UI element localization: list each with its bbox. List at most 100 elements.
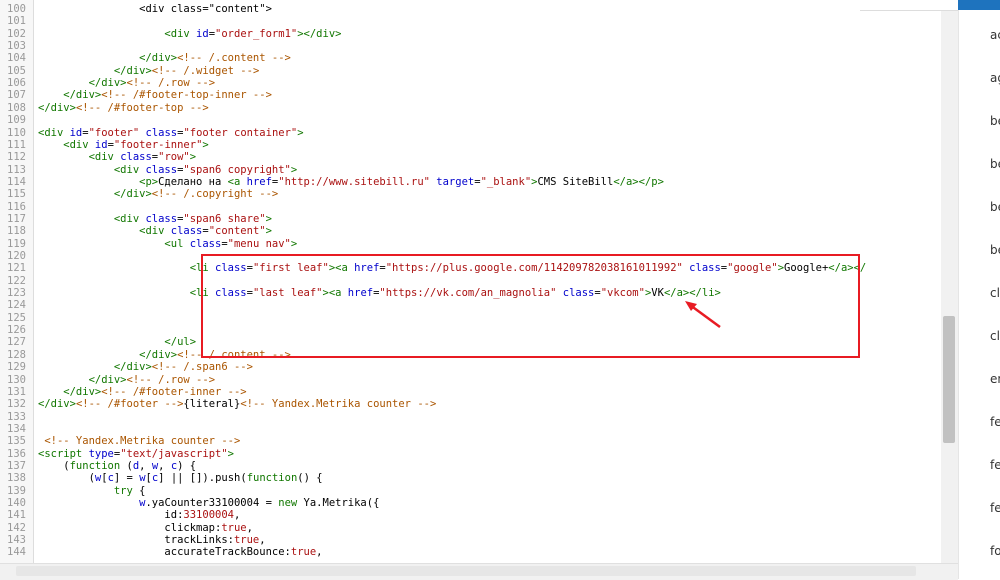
code-token: ( — [38, 472, 95, 485]
code-token: ( — [120, 459, 133, 472]
right-panel-item[interactable]: ag — [990, 71, 1000, 85]
code-token: </a></p> — [613, 175, 664, 188]
code-token: > — [227, 447, 234, 460]
code-line[interactable]: 144 accurateTrackBounce:true, — [0, 546, 958, 558]
code-token: </div> — [38, 64, 152, 77]
code-line[interactable]: 129 </div><!-- /.span6 --> — [0, 361, 958, 373]
right-panel-item[interactable]: fo — [990, 544, 1000, 558]
code-token: class — [120, 151, 152, 164]
code-token: "content" — [208, 225, 266, 238]
line-number: 117 — [7, 212, 26, 225]
right-panel-header[interactable] — [958, 0, 1000, 10]
code-token: () { — [297, 472, 323, 485]
code-token: <a — [227, 175, 247, 188]
code-line[interactable]: 133 — [0, 411, 958, 423]
code-line[interactable]: 115 </div><!-- /.copyright --> — [0, 188, 958, 200]
code-line[interactable]: 116 — [0, 201, 958, 213]
right-panel-item[interactable]: be — [990, 157, 1000, 171]
code-token: <!-- /.row --> — [126, 77, 216, 90]
code-line[interactable]: 132 </div><!-- /#footer -->{literal}<!-- … — [0, 398, 958, 410]
line-number: 111 — [7, 138, 26, 151]
code-line[interactable]: 130 </div><!-- /.row --> — [0, 374, 958, 386]
code-line[interactable]: 112 <div class="row"> — [0, 151, 958, 163]
line-text: <div class="span6 share"> — [38, 213, 272, 225]
code-line[interactable]: 139 try { — [0, 485, 958, 497]
right-panel-item[interactable]: be — [990, 200, 1000, 214]
code-token: <!-- /.row --> — [126, 373, 216, 386]
code-token: "http://www.sitebill.ru" — [278, 175, 430, 188]
horizontal-scrollbar-thumb[interactable] — [16, 566, 916, 576]
code-line[interactable]: 141 id:33100004, — [0, 509, 958, 521]
line-text: <div id="footer-inner"> — [38, 139, 208, 151]
line-text: id:33100004, — [38, 509, 240, 521]
code-line[interactable]: 140 w.yaCounter33100004 = new Ya.Metrika… — [0, 497, 958, 509]
code-token: <!-- Yandex.Metrika counter --> — [38, 435, 241, 448]
code-token: <ul — [38, 237, 190, 250]
right-panel-item[interactable]: en — [990, 372, 1000, 386]
code-line[interactable]: 136 <script type="text/javascript"> — [0, 448, 958, 460]
code-line[interactable]: 118 <div class="content"> — [0, 225, 958, 237]
code-line[interactable]: 100 <div class="content"> — [0, 3, 958, 15]
code-token: class — [189, 237, 222, 250]
line-number: 101 — [7, 15, 26, 28]
code-line[interactable]: 138 (w[c] = w[c] || []).push(function() … — [0, 472, 958, 484]
code-token: <!-- /.span6 --> — [151, 361, 253, 374]
code-token: > — [297, 126, 304, 139]
line-number: 141 — [7, 509, 26, 522]
line-text: <ul class="menu nav"> — [38, 238, 297, 250]
code-line[interactable]: 109 — [0, 114, 958, 126]
code-line[interactable]: 110 <div id="footer" class="footer contai… — [0, 127, 958, 139]
code-token: </div> — [38, 361, 152, 374]
code-line[interactable]: 142 clickmap:true, — [0, 522, 958, 534]
code-line[interactable]: 108 </div><!-- /#footer-top --> — [0, 102, 958, 114]
code-line[interactable]: 135 <!-- Yandex.Metrika counter --> — [0, 435, 958, 447]
code-line[interactable]: 119 <ul class="menu nav"> — [0, 238, 958, 250]
right-panel-item[interactable]: be — [990, 114, 1000, 128]
line-number: 103 — [7, 40, 26, 53]
code-token: new — [278, 497, 298, 509]
code-line[interactable]: 131 </div><!-- /#footer-inner --> — [0, 386, 958, 398]
arrow-icon — [685, 301, 721, 329]
line-number: 102 — [7, 27, 26, 40]
line-number: 104 — [7, 52, 26, 65]
code-line[interactable]: 111 <div id="footer-inner"> — [0, 139, 958, 151]
code-line[interactable]: 137 (function (d, w, c) { — [0, 460, 958, 472]
line-text: (w[c] = w[c] || []).push(function() { — [38, 472, 323, 484]
code-token: <script — [38, 447, 89, 460]
code-token: "text/javascript" — [120, 447, 228, 460]
right-panel-item[interactable]: fe — [990, 501, 1000, 515]
code-line[interactable]: 143 trackLinks:true, — [0, 534, 958, 546]
code-line[interactable]: 114 <p>Сделано на <a href="http://www.si… — [0, 176, 958, 188]
line-number: 130 — [7, 373, 26, 386]
code-line[interactable]: 117 <div class="span6 share"> — [0, 213, 958, 225]
code-line[interactable]: 101 — [0, 15, 958, 27]
line-text: <div class="content"> — [38, 3, 272, 15]
line-text: </ul> — [38, 336, 196, 348]
code-line[interactable]: 102 <div id="order_form1"></div> — [0, 28, 958, 40]
right-panel-item[interactable]: be — [990, 243, 1000, 257]
code-line[interactable]: 103 — [0, 40, 958, 52]
right-panel-item[interactable]: fe — [990, 415, 1000, 429]
code-token: accurateTrackBounce: — [38, 546, 291, 559]
code-line[interactable]: 113 <div class="span6 copyright"> — [0, 164, 958, 176]
code-token: ></div> — [297, 27, 342, 40]
code-token: , — [139, 459, 152, 472]
line-number: 116 — [7, 200, 26, 213]
right-panel-item[interactable]: cl — [990, 286, 1000, 300]
code-line[interactable]: 105 </div><!-- /.widget --> — [0, 65, 958, 77]
code-line[interactable]: 106 </div><!-- /.row --> — [0, 77, 958, 89]
vertical-scrollbar-thumb[interactable] — [943, 316, 955, 443]
right-panel-item[interactable]: cl — [990, 329, 1000, 343]
code-token: </div> — [38, 101, 76, 114]
code-line[interactable]: 104 </div><!-- /.content --> — [0, 52, 958, 64]
code-line[interactable]: 134 — [0, 423, 958, 435]
code-token: ] = — [113, 472, 140, 485]
code-line[interactable]: 107 </div><!-- /#footer-top-inner --> — [0, 89, 958, 101]
line-number: 136 — [7, 447, 26, 460]
right-panel-item[interactable]: ac — [990, 28, 1000, 42]
line-number: 138 — [7, 472, 26, 485]
code-token: class — [139, 126, 178, 139]
right-panel-item[interactable]: fe — [990, 458, 1000, 472]
vertical-scrollbar[interactable] — [941, 0, 958, 563]
